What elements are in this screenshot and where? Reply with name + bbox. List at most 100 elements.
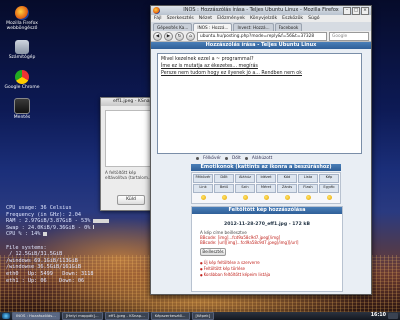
format-options: Félkövér Dőlt Aláhúzott	[196, 156, 272, 161]
smiley-icon[interactable]	[326, 195, 332, 200]
conky-cpu: CPU % : 14%	[6, 231, 41, 238]
menu-bar: Fájl Szerkesztés Nézet Előzmények Könyvj…	[151, 15, 371, 22]
conky-fs-windows: /windows 69.1GiB/113GiB	[6, 257, 78, 264]
url-bar[interactable]: ubuntu.hu/posting.php?mode=reply&f=56&t=…	[197, 31, 327, 41]
menu-file[interactable]: Fájl	[154, 15, 162, 22]
message-textarea[interactable]: Mivel kezelnek ezzel a ~ programmal? Íme…	[157, 53, 362, 154]
smiley-icon[interactable]	[200, 195, 206, 200]
bbcode-button[interactable]: Zárás	[277, 184, 297, 193]
window-title: INOS : Hozzászólás írása - Teljes Ubuntu…	[183, 7, 339, 13]
desktop-icon-save[interactable]: Mentés	[2, 98, 42, 120]
smiley-icon[interactable]	[221, 195, 227, 200]
conky-swap: Swap : 24.0KiB/9.36GiB - 0%	[6, 224, 91, 231]
minimize-icon[interactable]: –	[343, 7, 351, 15]
system-tray-icon[interactable]	[388, 313, 398, 319]
desktop-icon-label: Számítógép	[8, 55, 36, 60]
taskbar-item[interactable]: Képszerkesztő...	[150, 312, 190, 320]
chrome-icon	[15, 70, 29, 84]
bbcode-button[interactable]: Méret	[256, 184, 276, 193]
format-option[interactable]: Dőlt	[232, 156, 241, 161]
page-content: Hozzászólás írása - Teljes Ubuntu Linux …	[151, 42, 371, 294]
menu-bookmarks[interactable]: Könyvjelzők	[250, 15, 277, 22]
maximize-icon[interactable]: □	[352, 7, 360, 15]
upload-panel: Feltöltött kép hozzászólása 2012-11-28-2…	[191, 206, 343, 292]
clock[interactable]: 16:10	[371, 312, 386, 320]
firefox-icon	[15, 6, 29, 20]
bbcode-button[interactable]: Kép	[319, 174, 339, 183]
send-button[interactable]: Küld	[117, 195, 145, 205]
menu-help[interactable]: Súgó	[308, 15, 320, 22]
tab-gepesites[interactable]: Gépesítés Ka...	[153, 23, 193, 31]
bbcode-button[interactable]: Félkövér	[193, 174, 213, 183]
conky-ram: RAM : 2.97GiB/3.87GiB - 53%	[6, 218, 91, 225]
radio-icon[interactable]	[196, 157, 199, 160]
system-monitor: CPU usage: 36 Celsius Frequency (in GHz)…	[6, 205, 156, 284]
taskbar: INOS : Hozzászólás... [Helyi mappák]... …	[0, 312, 400, 320]
smiley-icon[interactable]	[263, 195, 269, 200]
upload-link[interactable]: Korábban feltöltött képeim listája	[200, 272, 342, 278]
bbcode-button[interactable]: Lista	[298, 174, 318, 183]
desktop-icon-label: Google Chrome	[4, 85, 40, 90]
ram-usage-bar	[93, 218, 110, 223]
desktop-icon-label: Mozilla Firefox webböngésző	[6, 21, 38, 31]
conky-net-eth1: eth1 : Up: 06 Down: 06	[6, 277, 85, 284]
upload-links: Új kép feltöltése a szerverre Feltöltött…	[192, 260, 342, 278]
menu-view[interactable]: Nézet	[199, 15, 212, 22]
conky-fs-header: File systems:	[6, 244, 47, 251]
navigation-bar: ◀ ▶ ↻ ⌂ ubuntu.hu/posting.php?mode=reply…	[151, 31, 371, 42]
forward-icon[interactable]: ▶	[164, 31, 173, 41]
bbcode-button[interactable]: Kód	[277, 174, 297, 183]
radio-icon[interactable]	[225, 157, 228, 160]
desktop-icon-chrome[interactable]: Google Chrome	[2, 70, 42, 90]
desktop-icon-computer[interactable]: Számítógép	[2, 40, 42, 60]
firefox-icon	[153, 7, 160, 14]
taskbar-item[interactable]: INOS : Hozzászólás...	[12, 312, 60, 320]
close-icon[interactable]: ×	[361, 7, 369, 15]
taskbar-item[interactable]: [Helyi mappák]...	[61, 312, 103, 320]
upload-header: Feltöltött kép hozzászólása	[192, 207, 342, 214]
radio-icon[interactable]	[244, 157, 248, 160]
firefox-window[interactable]: INOS : Hozzászólás írása - Teljes Ubuntu…	[150, 5, 372, 295]
smiley-icon[interactable]	[242, 195, 248, 200]
uploaded-file-name: 2012-11-28-270_eff1.jpg - 172 kB	[224, 222, 310, 227]
smiley-icon[interactable]	[284, 195, 290, 200]
tab-bar: Gépesítés Ka... INOS : Hozzá... Invest: …	[151, 22, 371, 31]
desktop-icon-label: Mentés	[13, 115, 31, 120]
bbcode-button[interactable]: Aláhúz	[235, 174, 255, 183]
format-option[interactable]: Aláhúzott	[252, 156, 272, 161]
desktop-icon-firefox[interactable]: Mozilla Firefox webböngésző	[2, 6, 42, 31]
cpu-usage-bar	[43, 231, 48, 236]
menu-tools[interactable]: Eszközök	[282, 15, 303, 22]
editor-line: Persze nem tudom hogy ez ilyenek jó a...…	[161, 71, 302, 76]
firefox-titlebar[interactable]: INOS : Hozzászólás írása - Teljes Ubuntu…	[151, 6, 371, 15]
tab-hozzaszolas[interactable]: INOS : Hozzá...	[193, 23, 233, 31]
insert-button[interactable]: Beillesztés	[200, 248, 226, 256]
back-icon[interactable]: ◀	[153, 31, 162, 41]
taskbar-item[interactable]: eff1.jpeg - KSnap...	[104, 312, 149, 320]
home-icon[interactable]: ⌂	[186, 31, 195, 41]
bbcode-button[interactable]: Szín	[235, 184, 255, 193]
reload-icon[interactable]: ↻	[175, 31, 184, 41]
menu-history[interactable]: Előzmények	[217, 15, 245, 22]
format-option[interactable]: Félkövér	[203, 156, 221, 161]
start-menu-icon[interactable]	[2, 313, 10, 319]
bbcode-button[interactable]: Dőlt	[214, 174, 234, 183]
smiley-icon[interactable]	[305, 195, 311, 200]
menu-edit[interactable]: Szerkesztés	[167, 15, 194, 22]
conky-fs-root: / 12.5GiB/31.5GiB	[6, 251, 63, 258]
tab-facebook[interactable]: Facebook	[274, 23, 303, 31]
bbcode-button[interactable]: Idézet	[256, 174, 276, 183]
smilies-header: Emotikonok (kattints az ikonra a beszúrá…	[191, 164, 341, 171]
editor-line: Íme ez is mutatja az ékezetes... megírás	[161, 64, 258, 69]
bbcode-button[interactable]: Betű	[214, 184, 234, 193]
tab-invest[interactable]: Invest: Hozzá...	[233, 23, 274, 31]
taskbar-item[interactable]: [Képek]	[191, 312, 215, 320]
page-header: Hozzászólás írása - Teljes Ubuntu Linux	[151, 42, 371, 49]
search-input[interactable]: Google	[329, 31, 369, 41]
bbcode-button[interactable]: Link	[193, 184, 213, 193]
bbcode-button[interactable]: Flash	[298, 184, 318, 193]
bbcode-button[interactable]: Egyéb	[319, 184, 339, 193]
save-icon	[14, 98, 30, 114]
conky-frequency: Frequency (in GHz): 2.04	[6, 211, 81, 218]
bbcode-link[interactable]: BBcode: [url][img]...fcd9a58c9d7.jpeg[/i…	[192, 240, 342, 245]
